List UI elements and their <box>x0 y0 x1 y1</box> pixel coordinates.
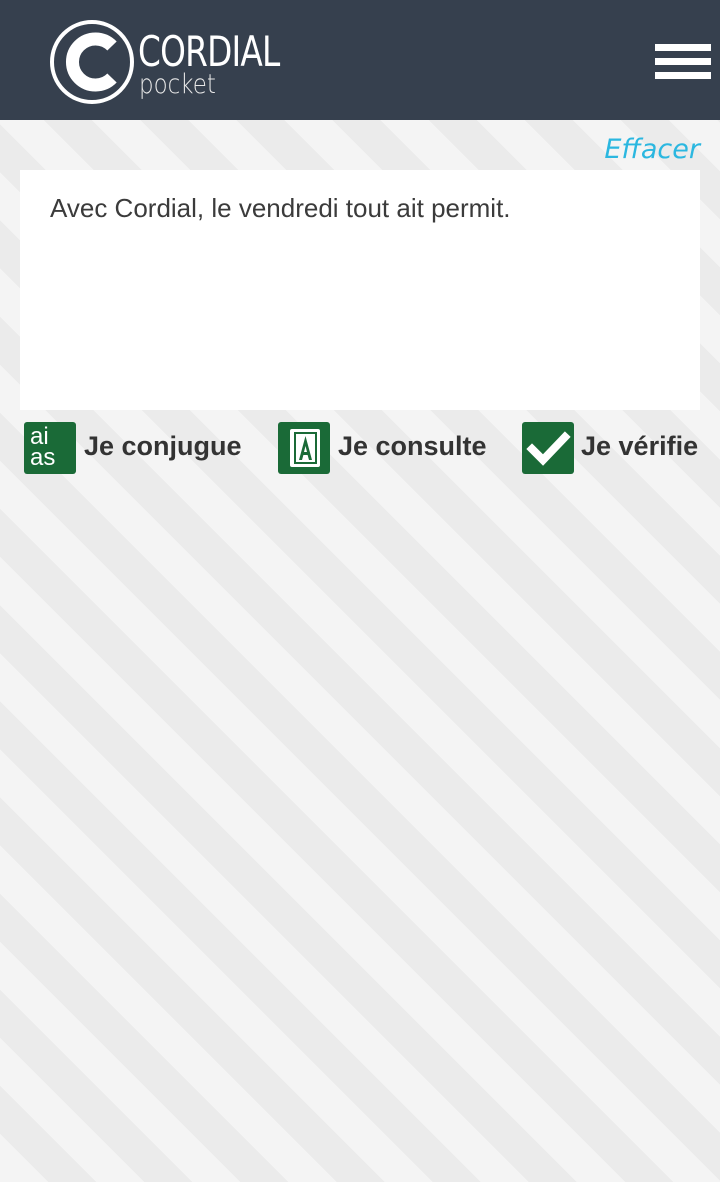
hamburger-menu-icon[interactable] <box>655 44 711 80</box>
logo-title: CORDIAL <box>138 27 280 76</box>
conjugate-button[interactable]: ai as Je conjugue <box>24 422 244 474</box>
cordial-c-logo-icon <box>50 20 134 104</box>
conjugation-icon: ai as <box>24 422 76 474</box>
clear-link[interactable]: Effacer <box>604 132 700 168</box>
cordial-pocket-logo: CORDIAL pocket <box>50 20 280 104</box>
text-input-area[interactable]: Avec Cordial, le vendredi tout ait permi… <box>20 170 700 410</box>
verify-label: Je vérifie <box>581 431 699 461</box>
app-header: CORDIAL pocket <box>0 0 720 120</box>
consult-button[interactable]: Je consulte <box>278 422 488 474</box>
input-text[interactable]: Avec Cordial, le vendredi tout ait permi… <box>50 190 670 226</box>
logo-subtitle: pocket <box>139 69 216 100</box>
conjugate-label: Je conjugue <box>84 431 242 461</box>
checkmark-icon <box>522 422 574 474</box>
verify-button[interactable]: Je vérifie <box>522 422 702 474</box>
consult-label: Je consulte <box>338 431 487 461</box>
dictionary-book-icon <box>278 422 330 474</box>
